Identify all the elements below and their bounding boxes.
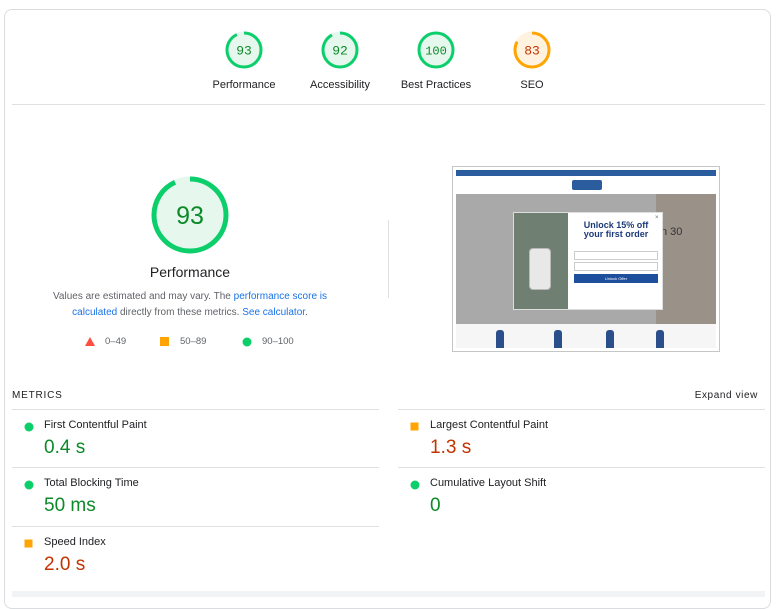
popup-title: Unlock 15% off your first order	[572, 221, 660, 239]
product-bottle	[554, 330, 562, 348]
gauge-ring-icon: 83	[513, 31, 551, 69]
promo-popup: × Unlock 15% off your first order Unlock…	[513, 212, 663, 310]
performance-title: Performance	[149, 264, 231, 280]
main-score: 93	[176, 202, 204, 230]
expand-view-toggle[interactable]: Expand view	[695, 390, 758, 401]
performance-description: Values are estimated and may vary. The p…	[40, 289, 340, 321]
product-bottle	[656, 330, 664, 348]
hero-right	[656, 194, 716, 324]
gauge-performance[interactable]: 93 Performance	[189, 30, 299, 91]
metric-value: 50 ms	[44, 495, 96, 516]
metric-name: First Contentful Paint	[44, 419, 147, 431]
legend-range: 0–49	[105, 336, 127, 347]
gauge-accessibility[interactable]: 92 Accessibility	[285, 30, 395, 91]
legend-fail: 0–49	[85, 336, 126, 347]
metric-value: 0.4 s	[44, 437, 86, 458]
metric-name: Total Blocking Time	[44, 477, 139, 489]
gauge-score: 92	[332, 44, 348, 59]
metric-divider	[12, 526, 379, 527]
metric-tbt: Total Blocking Time 50 ms	[12, 467, 379, 525]
popup-product	[529, 248, 551, 290]
popup-field	[574, 262, 658, 271]
metric-divider	[398, 409, 765, 410]
desc-text: .	[305, 307, 308, 318]
metric-name: Cumulative Layout Shift	[430, 477, 547, 489]
metric-si: Speed Index 2.0 s	[12, 526, 379, 584]
metric-divider	[12, 467, 379, 468]
desc-text: Values are estimated and may vary. The	[52, 291, 234, 302]
square-icon	[410, 422, 419, 431]
metric-divider	[398, 467, 765, 468]
product-strip	[456, 324, 716, 348]
metric-value: 0	[430, 495, 441, 516]
square-icon	[160, 336, 169, 346]
metric-value: 2.0 s	[44, 554, 86, 575]
legend-pass: 90–100	[242, 336, 294, 347]
gauge-ring-icon: 92	[321, 31, 359, 69]
metrics-header: METRICS	[12, 390, 63, 401]
gauge-score: 93	[236, 44, 252, 59]
gauge-label: SEO	[520, 79, 544, 91]
metric-name: Speed Index	[44, 536, 106, 548]
metric-name: Largest Contentful Paint	[430, 419, 549, 431]
performance-main-gauge: 93	[150, 175, 230, 260]
popup-title-line: your first order	[583, 229, 649, 239]
product-bottle	[496, 330, 504, 348]
legend-average: 50–89	[160, 336, 206, 347]
gauge-ring-icon: 93	[151, 176, 229, 254]
circle-icon	[242, 337, 252, 346]
legend-range: 90–100	[262, 336, 294, 347]
legend-range: 50–89	[180, 336, 207, 347]
gauge-ring-icon: 93	[225, 31, 263, 69]
popup-button: Unlock Offer	[574, 274, 658, 283]
gauge-best-practices[interactable]: 100 Best Practices	[381, 30, 491, 91]
section-divider	[12, 104, 765, 105]
bottom-bar	[12, 591, 765, 597]
gauge-score: 100	[425, 45, 447, 59]
circle-icon	[24, 422, 34, 432]
circle-icon	[24, 480, 34, 490]
product-bottle	[606, 330, 614, 348]
see-calculator-link[interactable]: See calculator	[242, 307, 305, 318]
site-logo	[572, 180, 602, 190]
desc-text: directly from these metrics.	[117, 307, 243, 318]
gauge-score: 83	[524, 44, 540, 59]
metric-lcp: Largest Contentful Paint 1.3 s	[398, 409, 765, 467]
metric-cls: Cumulative Layout Shift 0	[398, 467, 765, 525]
gauge-label: Performance	[212, 79, 276, 91]
metric-fcp: First Contentful Paint 0.4 s	[12, 409, 379, 467]
triangle-icon	[85, 336, 95, 346]
gauge-seo[interactable]: 83 SEO	[477, 30, 587, 91]
gauge-label: Best Practices	[400, 79, 472, 91]
final-screenshot[interactable]: n 30 × Unlock 15% off your first order U…	[452, 166, 720, 352]
metric-divider	[12, 409, 379, 410]
popup-field	[574, 251, 658, 260]
gauge-ring-icon: 100	[417, 31, 455, 69]
gauge-label: Accessibility	[310, 79, 370, 91]
metric-value: 1.3 s	[430, 437, 472, 458]
hero-text: n 30	[661, 226, 683, 238]
category-gauges: 93 Performance 92 Accessibility 100 Best…	[0, 0, 776, 100]
circle-icon	[410, 480, 420, 490]
screenshot-content: n 30 × Unlock 15% off your first order U…	[456, 170, 716, 348]
vertical-divider	[388, 220, 389, 298]
square-icon	[24, 539, 33, 548]
